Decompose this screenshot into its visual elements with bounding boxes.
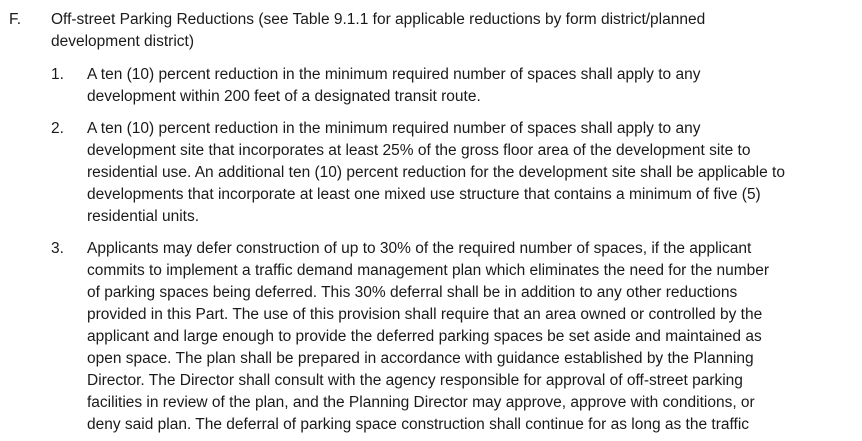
text-line: commits to implement a traffic demand ma… bbox=[87, 262, 770, 279]
list-item-text: A ten (10) percent reduction in the mini… bbox=[87, 64, 700, 108]
list-item-number: 1. bbox=[51, 66, 64, 83]
text-line: residential use. An additional ten (10) … bbox=[87, 164, 785, 181]
text-line: deny said plan. The deferral of parking … bbox=[87, 416, 750, 433]
section-heading-line: Off-street Parking Reductions (see Table… bbox=[51, 11, 706, 28]
list-item-number: 3. bbox=[51, 240, 64, 257]
text-line: Applicants may defer construction of up … bbox=[87, 240, 752, 257]
text-line: residential units. bbox=[87, 208, 200, 225]
text-line: Director. The Director shall consult wit… bbox=[87, 372, 743, 389]
section-letter: F. bbox=[9, 11, 22, 28]
text-line: facilities in review of the plan, and th… bbox=[87, 394, 755, 411]
section-heading: Off-street Parking Reductions (see Table… bbox=[51, 9, 851, 53]
text-line: developments that incorporate at least o… bbox=[87, 186, 761, 203]
text-line: A ten (10) percent reduction in the mini… bbox=[87, 66, 701, 83]
section-heading-line: development district) bbox=[51, 33, 195, 50]
list-item-text: A ten (10) percent reduction in the mini… bbox=[87, 118, 785, 228]
document-page: F. Off-street Parking Reductions (see Ta… bbox=[0, 0, 862, 441]
text-line: provided in this Part. The use of this p… bbox=[87, 306, 763, 323]
text-line: A ten (10) percent reduction in the mini… bbox=[87, 120, 701, 137]
text-line: development site that incorporates at le… bbox=[87, 142, 751, 159]
text-line: open space. The plan shall be prepared i… bbox=[87, 350, 754, 367]
text-line: applicant and large enough to provide th… bbox=[87, 328, 762, 345]
text-line: development within 200 feet of a designa… bbox=[87, 88, 481, 105]
text-line: of parking spaces being deferred. This 3… bbox=[87, 284, 738, 301]
list-item-number: 2. bbox=[51, 120, 64, 137]
list-item-text: Applicants may defer construction of up … bbox=[87, 238, 769, 436]
